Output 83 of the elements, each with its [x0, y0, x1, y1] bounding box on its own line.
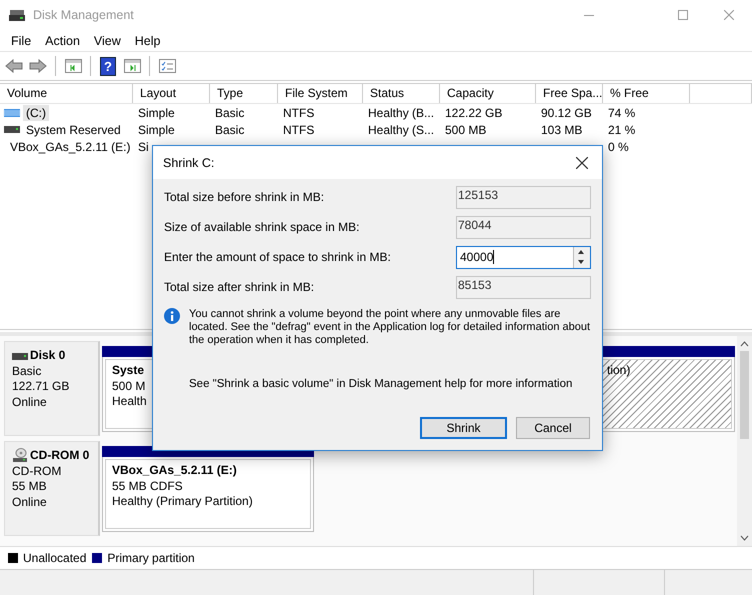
partition-label: Health [112, 394, 147, 410]
disk-name: Disk 0 [30, 348, 66, 364]
panel-icon[interactable] [124, 59, 140, 73]
cd-drive-icon [12, 448, 28, 464]
disk-type: CD-ROM [12, 464, 62, 479]
table-cell: 122.22 GB [445, 106, 502, 120]
info-text: You cannot shrink a volume beyond the point where any unmovable files are located. See the "defrag" event in the Application log for detailed information about the operation when it has completed. [189, 308, 591, 347]
checklist-icon[interactable] [158, 59, 176, 73]
table-cell: 90.12 GB [541, 106, 592, 120]
dialog-button[interactable]: Cancel [516, 417, 590, 439]
table-cell: Healthy (S... [368, 122, 434, 136]
table-cell: 74 % [608, 106, 636, 120]
partition-label: Syste [112, 363, 144, 378]
panel-icon[interactable] [64, 59, 82, 73]
info-icon [164, 308, 180, 324]
table-cell: (C:) [23, 104, 49, 120]
field-label: Total size before shrink in MB: [164, 190, 324, 204]
scroll-up-icon[interactable] [740, 341, 749, 347]
column-header[interactable]: % Free [603, 84, 690, 103]
disk-type: Basic [12, 364, 42, 379]
minimize-icon[interactable] [584, 14, 594, 16]
drive-icon [4, 108, 20, 116]
scroll-down-icon[interactable] [740, 535, 749, 541]
column-header[interactable]: Free Spa... [536, 84, 603, 103]
disk-size: 122.71 GB [12, 379, 70, 394]
partition-label: 55 MB CDFS [112, 478, 183, 494]
table-cell: Simple [138, 122, 175, 136]
column-header[interactable]: Type [210, 84, 278, 103]
disk-status: Online [12, 494, 48, 510]
readonly-field: 125153 [456, 186, 591, 208]
table-cell: Si [138, 140, 149, 154]
disk-label-box[interactable]: Disk 0 Basic 122.71 GB Online [4, 341, 100, 436]
field-label: Size of available shrink space in MB: [164, 220, 360, 234]
table-cell: 21 % [608, 122, 636, 136]
scrollbar[interactable] [737, 336, 752, 546]
table-cell-text: VBox_GAs_5.2.11 (E:) [9, 138, 132, 154]
disk-name: CD-ROM 0 [30, 448, 90, 464]
disk-drive-icon [12, 352, 28, 360]
table-cell: NTFS [283, 122, 314, 136]
help-text: See "Shrink a basic volume" in Disk Management help for more information [189, 378, 572, 390]
column-header[interactable]: Volume [0, 84, 133, 103]
partition-label: 500 M [112, 378, 146, 394]
column-header[interactable]: Status [363, 84, 440, 103]
field-label: Enter the amount of space to shrink in MB: [164, 250, 391, 264]
table-cell: Simple [138, 106, 175, 120]
partition-box[interactable]: VBox_GAs_5.2.11 (E:) 55 MB CDFS Healthy (Primary Partition) [102, 457, 314, 532]
number-spin-field[interactable]: 40000 [456, 246, 591, 268]
window-title: Disk Management [33, 8, 134, 22]
table-cell-text: System Reserved [25, 122, 122, 138]
legend-label: Primary partition [107, 551, 195, 565]
disk-size: 55 MB [12, 479, 48, 494]
disk-label-box[interactable]: CD-ROM 0 CD-ROM 55 MB Online [4, 441, 100, 536]
dialog-button[interactable]: Shrink [420, 417, 507, 439]
table-cell: Healthy (B... [368, 106, 434, 120]
column-header[interactable]: Capacity [440, 84, 536, 103]
table-cell: 103 MB [541, 122, 582, 136]
table-cell: Basic [215, 122, 244, 136]
back-arrow-icon[interactable] [5, 59, 23, 73]
disk-drive-icon [9, 8, 25, 22]
dialog-title: Shrink C: [163, 156, 214, 170]
disk-status: Online [12, 394, 48, 410]
column-header[interactable]: Layout [133, 84, 210, 103]
table-cell: 0 % [608, 140, 629, 154]
partition-label: tion) [607, 363, 630, 378]
close-icon[interactable] [576, 156, 588, 168]
forward-arrow-icon[interactable] [29, 59, 47, 73]
column-header[interactable]: File System [278, 84, 363, 103]
help-button[interactable]: ? [100, 56, 116, 76]
readonly-field: 85153 [456, 276, 591, 298]
menu-item[interactable]: File [4, 34, 38, 48]
table-cell: NTFS [283, 106, 314, 120]
table-cell: Basic [215, 106, 244, 120]
table-cell: 500 MB [445, 122, 486, 136]
menu-item[interactable]: Help [128, 34, 168, 48]
menu-item[interactable]: Action [38, 34, 87, 48]
partition-label: VBox_GAs_5.2.11 (E:) [112, 463, 237, 478]
field-label: Total size after shrink in MB: [164, 280, 314, 294]
legend-label: Unallocated [23, 551, 86, 565]
partition-label: Healthy (Primary Partition) [112, 494, 253, 510]
menu-item[interactable]: View [86, 34, 128, 48]
readonly-field: 78044 [456, 216, 591, 238]
maximize-icon[interactable] [678, 10, 688, 20]
drive-icon [4, 126, 20, 133]
